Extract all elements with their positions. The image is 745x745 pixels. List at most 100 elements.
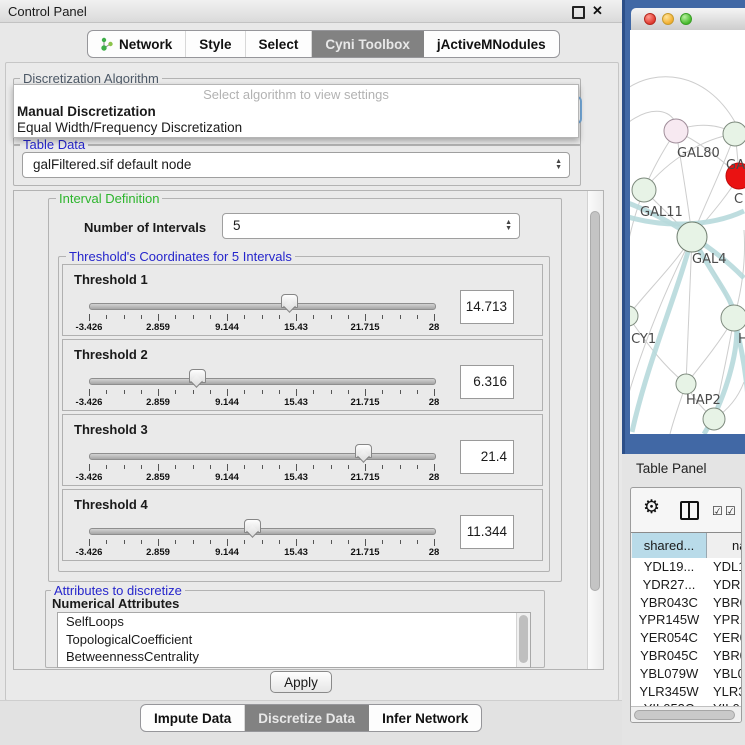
- tick-mark: [331, 465, 332, 469]
- attribute-list-item[interactable]: SelfLoops: [58, 613, 530, 631]
- slider-track[interactable]: [89, 303, 436, 310]
- gear-icon[interactable]: ⚙: [643, 496, 660, 519]
- slider-track[interactable]: [89, 528, 436, 535]
- horizontal-scrollbar-thumb[interactable]: [634, 710, 735, 720]
- network-node[interactable]: [703, 408, 725, 430]
- threshold-slider[interactable]: -3.4262.8599.14415.4321.71528: [89, 340, 436, 412]
- column-header-name[interactable]: na: [732, 533, 742, 558]
- vertical-scrollbar-thumb[interactable]: [590, 211, 600, 591]
- table-row[interactable]: YLR345WYLR3: [631, 683, 742, 701]
- tick-mark: [262, 465, 263, 469]
- threshold-value-field[interactable]: 21.4: [460, 440, 514, 474]
- checkbox-checked-icon[interactable]: ☑: [712, 504, 723, 518]
- tick-mark: [227, 539, 228, 546]
- table-data-combo[interactable]: galFiltered.sif default node ▲▼: [22, 152, 570, 178]
- tab-select[interactable]: Select: [246, 31, 313, 57]
- tick-label: 15.43: [273, 472, 319, 483]
- threshold-value-field[interactable]: 14.713: [460, 290, 514, 324]
- tick-mark: [296, 314, 297, 321]
- cell-shared-name: YBR043C: [632, 594, 706, 612]
- cell-name: YLR3: [713, 683, 742, 701]
- tab-infer-network[interactable]: Infer Network: [369, 705, 481, 731]
- network-node[interactable]: [630, 306, 638, 326]
- horizontal-scrollbar[interactable]: [631, 706, 742, 723]
- tick-mark: [417, 465, 418, 469]
- apply-button[interactable]: Apply: [270, 671, 332, 693]
- table-row[interactable]: YDL19...YDL1: [631, 558, 742, 576]
- network-node[interactable]: [632, 178, 656, 202]
- slider-thumb[interactable]: [355, 444, 372, 458]
- tick-mark: [262, 540, 263, 544]
- tick-mark: [365, 389, 366, 396]
- tick-label: 2.859: [135, 547, 181, 558]
- tick-mark: [227, 389, 228, 396]
- threshold-slider[interactable]: -3.4262.8599.14415.4321.71528: [89, 415, 436, 487]
- tab-label: Impute Data: [154, 711, 231, 726]
- slider-thumb[interactable]: [281, 294, 298, 308]
- table-row[interactable]: YPR145WYPR1: [631, 611, 742, 629]
- close-icon[interactable]: ✕: [592, 3, 603, 19]
- interval-count-value: 5: [233, 218, 241, 233]
- interval-count-combo[interactable]: 5 ▲▼: [222, 213, 520, 239]
- column-header-shared-name[interactable]: shared...: [632, 533, 707, 558]
- tick-label: -3.426: [66, 322, 112, 333]
- attribute-list-item[interactable]: BetweennessCentrality: [58, 648, 530, 666]
- tab-impute-data[interactable]: Impute Data: [141, 705, 245, 731]
- tick-label: -3.426: [66, 547, 112, 558]
- checkbox-checked-icon[interactable]: ☑: [725, 504, 736, 518]
- tick-mark: [434, 314, 435, 321]
- float-icon[interactable]: [572, 6, 585, 19]
- slider-ticks: [89, 464, 434, 472]
- tab-jactivemnodules[interactable]: jActiveMNodules: [424, 31, 559, 57]
- network-node-label: GAL80: [677, 146, 720, 161]
- tab-style[interactable]: Style: [186, 31, 245, 57]
- network-graph[interactable]: GAL80GACGAL11GAL4GCY1HHAP2: [630, 30, 745, 434]
- cell-shared-name: YDL19...: [632, 558, 706, 576]
- tick-mark: [89, 314, 90, 321]
- tab-discretize-data[interactable]: Discretize Data: [245, 705, 369, 731]
- attribute-list-item[interactable]: TopologicalCoefficient: [58, 631, 530, 649]
- list-scrollbar[interactable]: [516, 613, 530, 667]
- split-columns-icon[interactable]: [680, 501, 699, 520]
- network-edge: [630, 77, 735, 122]
- threshold-value-field[interactable]: 6.316: [460, 365, 514, 399]
- network-node[interactable]: [721, 305, 745, 331]
- tab-network[interactable]: Network: [88, 31, 186, 57]
- tick-mark: [124, 465, 125, 469]
- tick-mark: [348, 315, 349, 319]
- slider-thumb[interactable]: [244, 519, 261, 533]
- slider-ticks: [89, 389, 434, 397]
- algorithm-option-equal-width[interactable]: Equal Width/Frequency Discretization: [14, 120, 578, 136]
- tick-mark: [279, 465, 280, 469]
- tab-cyni-toolbox[interactable]: Cyni Toolbox: [312, 31, 424, 57]
- zoom-traffic-light[interactable]: [680, 13, 692, 25]
- table-row[interactable]: YDR27...YDR2: [631, 576, 742, 594]
- slider-thumb[interactable]: [189, 369, 206, 383]
- network-node[interactable]: [676, 374, 696, 394]
- list-scrollbar-thumb[interactable]: [519, 615, 528, 663]
- slider-track[interactable]: [89, 378, 436, 385]
- table-row[interactable]: YER054CYER0: [631, 629, 742, 647]
- minimize-traffic-light[interactable]: [662, 13, 674, 25]
- slider-track[interactable]: [89, 453, 436, 460]
- table-row[interactable]: YBR043CYBR0: [631, 594, 742, 612]
- threshold-value-field[interactable]: 11.344: [460, 515, 514, 549]
- spinner-arrows-icon: ▲▼: [505, 220, 512, 232]
- attributes-listbox[interactable]: SelfLoopsTopologicalCoefficientBetweenne…: [57, 612, 531, 668]
- vertical-scrollbar[interactable]: [587, 191, 603, 669]
- network-canvas[interactable]: GAL80GACGAL11GAL4GCY1HHAP2: [630, 30, 745, 434]
- threshold-row: Threshold 4-3.4262.8599.14415.4321.71528…: [62, 489, 543, 561]
- tick-label: 9.144: [204, 322, 250, 333]
- threshold-slider[interactable]: -3.4262.8599.14415.4321.71528: [89, 490, 436, 562]
- table-row[interactable]: YBL079WYBL0: [631, 665, 742, 683]
- tick-mark: [313, 465, 314, 469]
- table-row[interactable]: YBR045CYBR0: [631, 647, 742, 665]
- close-traffic-light[interactable]: [644, 13, 656, 25]
- algorithm-option-manual[interactable]: Manual Discretization: [14, 104, 578, 120]
- threshold-slider[interactable]: -3.4262.8599.14415.4321.71528: [89, 265, 436, 337]
- tick-mark: [279, 315, 280, 319]
- network-node[interactable]: [664, 119, 688, 143]
- tick-mark: [244, 315, 245, 319]
- network-node[interactable]: [723, 122, 745, 146]
- network-node[interactable]: [677, 222, 707, 252]
